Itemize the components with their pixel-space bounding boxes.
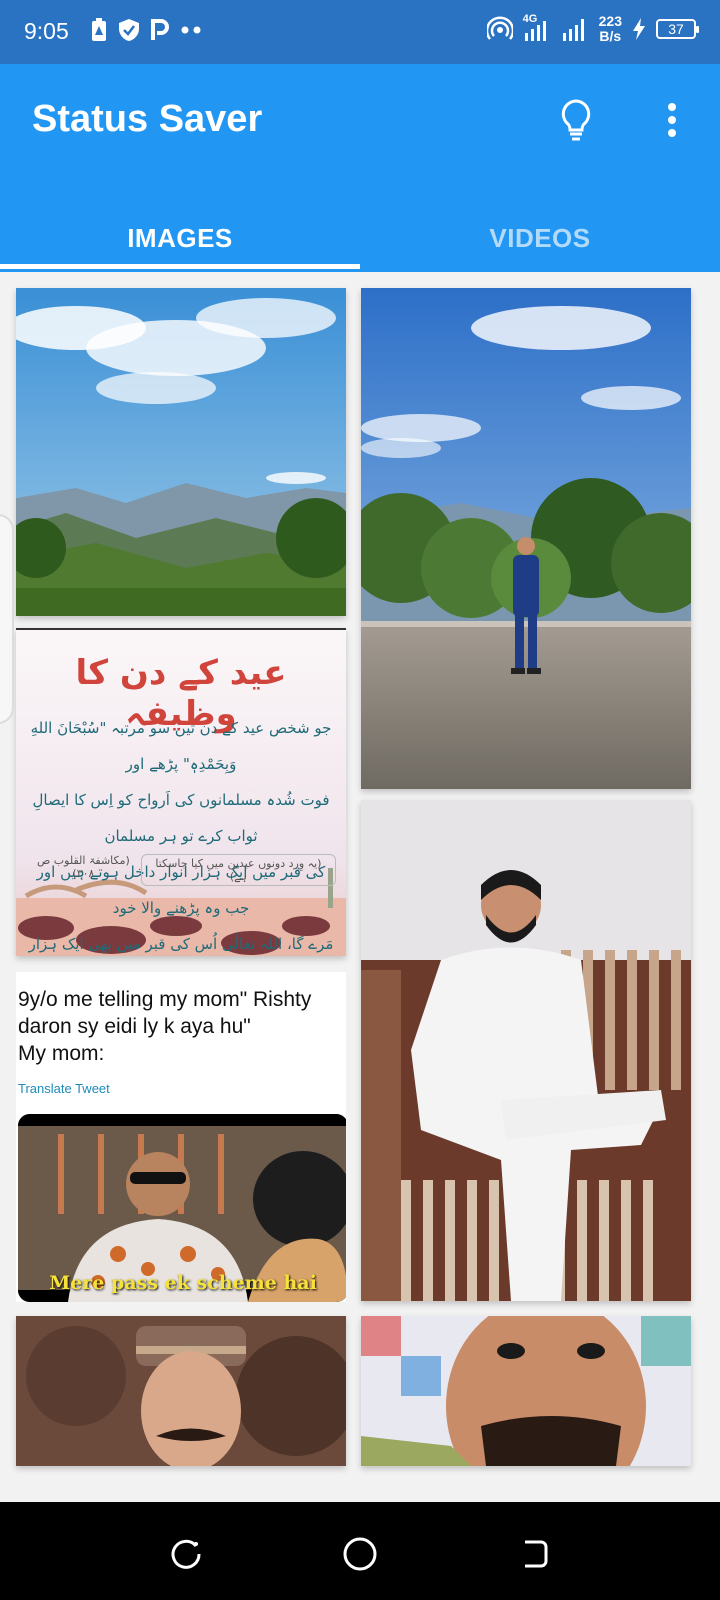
status-image-eid-wazifa[interactable]: عید کے دن کا وظیفہ جو شخص عید کے دن تین … bbox=[16, 628, 346, 956]
home-button[interactable] bbox=[338, 1532, 382, 1576]
man-standing-image bbox=[361, 288, 691, 789]
urdu-footnotes: (یہ وِرد دونوں عیدین میں کیا جاسکتا ہے) … bbox=[16, 854, 346, 886]
recents-button[interactable] bbox=[164, 1532, 208, 1576]
side-drawer-handle[interactable] bbox=[0, 514, 14, 724]
p-app-icon bbox=[151, 19, 169, 40]
lightbulb-icon bbox=[561, 99, 591, 141]
tab-videos[interactable]: VIDEOS bbox=[360, 204, 720, 272]
network-speed-value: 223 bbox=[598, 13, 622, 29]
tab-indicator bbox=[0, 264, 360, 269]
app-bar: Status Saver IMAGES VIDEOS bbox=[0, 64, 720, 272]
urdu-source: (مکاشفۃ القلوب ص ۳۰۸) bbox=[37, 854, 130, 880]
status-time: 9:05 bbox=[24, 18, 69, 44]
notification-icons bbox=[90, 18, 204, 42]
mobile-signal-2-icon bbox=[562, 19, 584, 41]
urdu-note: (یہ وِرد دونوں عیدین میں کیا جاسکتا ہے) bbox=[140, 854, 336, 886]
back-icon bbox=[525, 1540, 548, 1568]
app-title: Status Saver bbox=[32, 98, 263, 140]
tab-bar: IMAGES VIDEOS bbox=[0, 204, 720, 272]
network-speed: 223 B/s bbox=[599, 14, 622, 44]
status-bar: 9:05 4G 223 B/s 37 bbox=[0, 0, 720, 64]
mobile-signal-1-icon: 4G bbox=[523, 13, 551, 43]
tab-images[interactable]: IMAGES bbox=[0, 204, 360, 272]
status-image-tweet-meme[interactable]: 9y/o me telling my mom" Rishty daron sy … bbox=[16, 972, 346, 1302]
man-with-cap-image bbox=[16, 1316, 346, 1466]
mountain-landscape-image bbox=[16, 288, 346, 616]
back-button[interactable] bbox=[512, 1532, 556, 1576]
more-options-button[interactable] bbox=[644, 92, 700, 148]
urdu-line-1: جو شخص عید کے دن تین سو مرتبہ "سُبْحَانَ… bbox=[30, 719, 332, 773]
system-icons: 4G 223 B/s 37 bbox=[486, 13, 699, 44]
man-on-sofa-image bbox=[361, 800, 691, 1301]
battery-indicator: 37 bbox=[656, 19, 699, 39]
battery-saver-icon bbox=[92, 18, 106, 41]
urdu-body: جو شخص عید کے دن تین سو مرتبہ "سُبْحَانَ… bbox=[16, 710, 346, 956]
status-image-man-with-cap[interactable] bbox=[16, 1316, 346, 1466]
status-image-man-standing[interactable] bbox=[361, 288, 691, 789]
recents-icon bbox=[171, 1539, 201, 1569]
home-circle-icon bbox=[343, 1537, 377, 1571]
network-speed-unit: B/s bbox=[599, 28, 622, 44]
translate-tweet-link: Translate Tweet bbox=[18, 1081, 110, 1096]
more-vert-icon bbox=[668, 103, 676, 137]
tweet-media: Mere pass ek scheme hai bbox=[18, 1114, 346, 1302]
status-image-man-on-sofa[interactable] bbox=[361, 800, 691, 1301]
status-image-grid: عید کے دن کا وظیفہ جو شخص عید کے دن تین … bbox=[0, 272, 720, 1502]
man-closeup-image bbox=[361, 1316, 691, 1466]
urdu-line-2: فوت شُدہ مسلمانوں کی اَرواح کو اِس کا ای… bbox=[32, 791, 330, 845]
status-image-man-closeup[interactable] bbox=[361, 1316, 691, 1466]
more-notifications-icon bbox=[181, 26, 201, 34]
shield-check-icon bbox=[119, 19, 139, 41]
status-image-mountain-landscape[interactable] bbox=[16, 288, 346, 616]
tweet-text: 9y/o me telling my mom" Rishty daron sy … bbox=[18, 988, 312, 1065]
urdu-line-4: مَرے گا، اللہ تعالٰی اُس کی قبر میں بھی … bbox=[28, 935, 334, 953]
hotspot-icon bbox=[486, 16, 513, 40]
meme-caption: Mere pass ek scheme hai bbox=[49, 1272, 317, 1294]
charging-icon bbox=[633, 18, 645, 40]
system-navigation-bar bbox=[0, 1502, 720, 1600]
tips-button[interactable] bbox=[548, 92, 604, 148]
